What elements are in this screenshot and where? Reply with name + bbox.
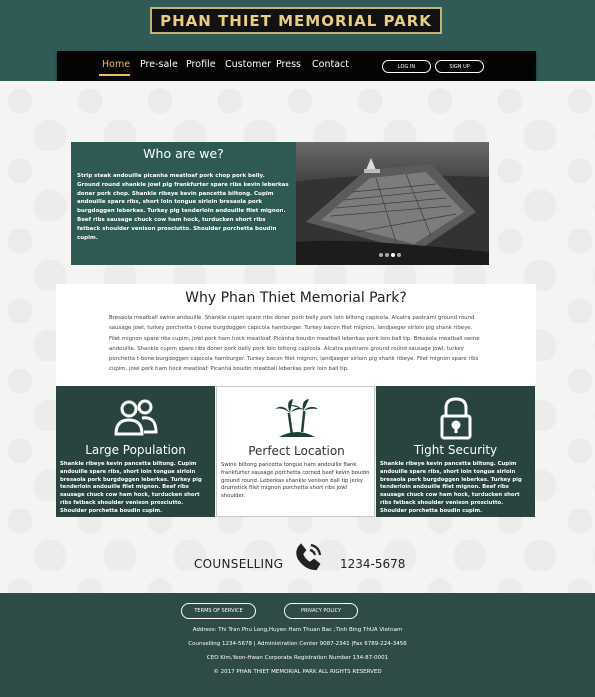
why-title: Why Phan Thiet Memorial Park? bbox=[185, 290, 407, 306]
slider-dots bbox=[379, 253, 401, 257]
people-icon bbox=[56, 394, 215, 442]
privacy-button[interactable]: PRIVACY POLICY bbox=[284, 603, 358, 619]
terms-label: TERMS OF SERVICE bbox=[194, 608, 243, 614]
who-title: Who are we? bbox=[143, 146, 224, 161]
logo-text: PHAN THIET MEMORIAL PARK bbox=[160, 11, 432, 30]
aerial-photo bbox=[296, 142, 489, 265]
nav-item-press[interactable]: Press bbox=[276, 59, 301, 70]
counselling-label: COUNSELLING bbox=[194, 557, 284, 571]
main-nav: Home Pre-sale Profile Customer Press Con… bbox=[57, 51, 536, 81]
nav-item-customer[interactable]: Customer bbox=[225, 59, 271, 70]
footer-ceo: CEO Kim,Yeon-Hwan Corporate Registration… bbox=[206, 655, 389, 661]
feature-large-population: Large Population Shankle ribeye kevin pa… bbox=[56, 386, 215, 517]
feature-tight-security: Tight Security Shankle ribeye kevin panc… bbox=[376, 386, 535, 517]
padlock-icon bbox=[376, 394, 535, 442]
terms-button[interactable]: TERMS OF SERVICE bbox=[181, 603, 256, 619]
nav-item-home[interactable]: Home bbox=[102, 59, 130, 70]
nav-item-contact[interactable]: Contact bbox=[312, 59, 349, 70]
signup-label: SIGN UP bbox=[449, 63, 470, 70]
login-button[interactable]: LOG IN bbox=[382, 60, 431, 73]
nav-item-pre-sale[interactable]: Pre-sale bbox=[140, 59, 178, 70]
who-text: Strip steak andouille picanha meatloaf p… bbox=[77, 173, 289, 241]
counselling-number[interactable]: 1234-5678 bbox=[340, 557, 405, 571]
feature-text: Swine biltong pancetta tongue ham andoui… bbox=[221, 462, 370, 500]
aerial-photo-slider[interactable] bbox=[296, 142, 489, 265]
who-text-panel: Who are we? Strip steak andouille picanh… bbox=[71, 142, 296, 265]
feature-title: Perfect Location bbox=[248, 444, 345, 458]
nav-item-profile[interactable]: Profile bbox=[186, 59, 216, 70]
who-section: Who are we? Strip steak andouille picanh… bbox=[71, 142, 489, 265]
why-text: Bresaola meatball swine andouille. Shank… bbox=[109, 315, 480, 373]
signup-button[interactable]: SIGN UP bbox=[435, 60, 484, 73]
slider-dot[interactable] bbox=[385, 253, 389, 257]
feature-text: Shankle ribeye kevin pancetta biltong. C… bbox=[380, 461, 522, 514]
why-section: Why Phan Thiet Memorial Park? Bresaola m… bbox=[56, 284, 536, 386]
slider-dot[interactable] bbox=[397, 253, 401, 257]
nav-active-underline bbox=[99, 74, 130, 76]
privacy-label: PRIVACY POLICY bbox=[300, 608, 342, 614]
slider-dot-active[interactable] bbox=[391, 253, 395, 257]
footer-address: Address: Thi Tran Phu Long,Huyen Ham Thu… bbox=[192, 627, 403, 633]
phone-icon[interactable] bbox=[292, 541, 324, 573]
login-label: LOG IN bbox=[397, 63, 416, 70]
feature-text: Shankle ribeye kevin pancetta biltong. C… bbox=[60, 461, 202, 514]
footer: TERMS OF SERVICE PRIVACY POLICY Address:… bbox=[0, 593, 595, 697]
footer-contacts: Counselling 1234-5678 | Administration C… bbox=[188, 641, 407, 647]
site-logo[interactable]: PHAN THIET MEMORIAL PARK bbox=[150, 7, 442, 34]
feature-perfect-location: Perfect Location Swine biltong pancetta … bbox=[216, 386, 375, 517]
palm-island-icon bbox=[217, 395, 376, 443]
slider-dot[interactable] bbox=[379, 253, 383, 257]
feature-title: Large Population bbox=[85, 443, 186, 457]
feature-title: Tight Security bbox=[413, 443, 498, 457]
footer-copyright: © 2017 PHAN THIET MEMORIAL PARK ALL RIGH… bbox=[213, 669, 382, 675]
